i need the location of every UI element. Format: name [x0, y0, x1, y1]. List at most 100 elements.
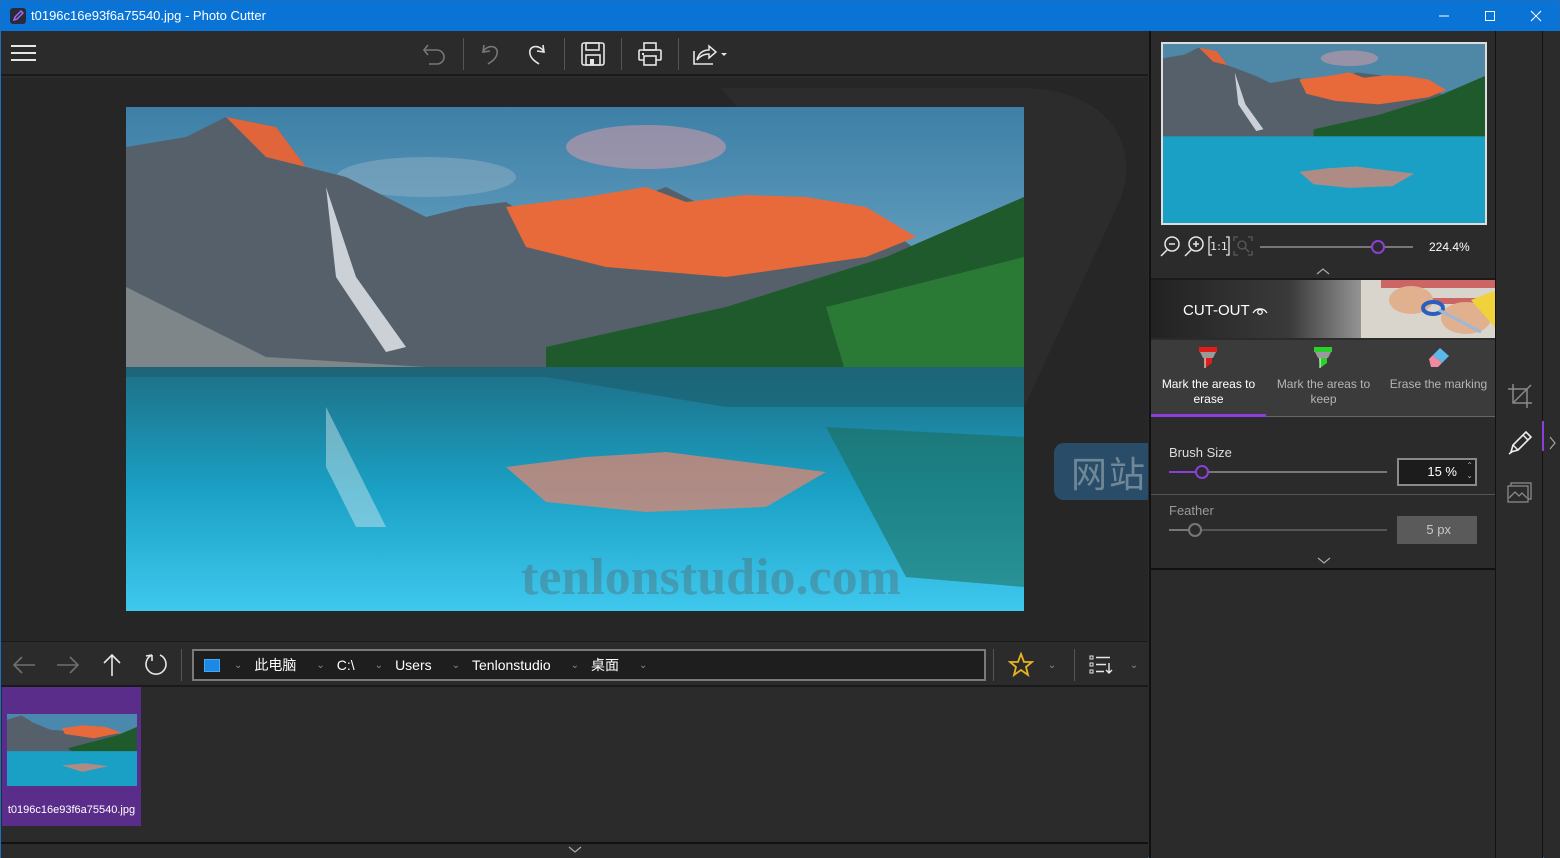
back-button[interactable]: [8, 650, 40, 680]
fit-to-window-button[interactable]: [1232, 235, 1254, 257]
save-button[interactable]: [575, 37, 611, 71]
tool-label: Mark the areas to keep: [1276, 377, 1371, 406]
filmstrip-toggle[interactable]: [1, 842, 1148, 858]
actual-size-icon: 1:1: [1208, 236, 1230, 256]
chevron-down-icon[interactable]: ⌄: [375, 660, 383, 671]
crop-icon: [1508, 384, 1532, 408]
main-toolbar: [1, 31, 1148, 76]
panel-divider: [1151, 568, 1497, 570]
refresh-icon: [145, 654, 167, 675]
computer-icon[interactable]: [204, 658, 220, 672]
refresh-button[interactable]: [140, 650, 172, 680]
feather-input[interactable]: 5 px: [1397, 516, 1477, 544]
chevron-down-icon[interactable]: ⌄: [452, 660, 460, 671]
favorites-dropdown[interactable]: ⌄: [1041, 650, 1063, 680]
pencil-icon: [1508, 430, 1533, 455]
eye-icon[interactable]: [1252, 304, 1268, 316]
panel-edge: [1544, 31, 1560, 858]
chevron-down-icon[interactable]: ⌄: [571, 660, 579, 671]
undo-icon: [482, 44, 498, 65]
minimize-button[interactable]: [1421, 1, 1467, 31]
spinner-arrows-icon[interactable]: ⌃ ⌄: [1466, 461, 1473, 481]
background-tool-button[interactable]: [1506, 479, 1534, 507]
scissors-illustration: [1361, 280, 1497, 338]
chevron-down-icon[interactable]: ⌄: [234, 660, 242, 671]
watermark-text: 网站: [1054, 443, 1148, 500]
thumbnail-filename: t0196c16e93f6a75540.jpg: [7, 804, 136, 816]
nav-divider: [993, 649, 994, 681]
feather-label: Feather: [1169, 503, 1214, 518]
breadcrumb-users[interactable]: Users: [395, 657, 432, 673]
zoom-slider[interactable]: [1260, 246, 1413, 248]
zoom-controls: 1:1 224.4%: [1159, 233, 1489, 261]
filmstrip-item[interactable]: t0196c16e93f6a75540.jpg: [2, 687, 141, 826]
cutout-tool-button[interactable]: [1506, 429, 1534, 457]
chevron-down-icon[interactable]: ⌄: [639, 660, 647, 671]
chevron-right-icon: [1549, 436, 1556, 450]
toolbar-divider: [463, 38, 464, 70]
image-icon: [1507, 482, 1532, 503]
hamburger-icon: [11, 45, 36, 47]
feather-slider-thumb[interactable]: [1188, 523, 1203, 537]
print-button[interactable]: [632, 37, 668, 71]
up-folder-button[interactable]: [96, 650, 128, 680]
folder-navigation-bar: ⌄ 此电脑 ⌄ C:\ ⌄ Users ⌄ Tenlonstudio ⌄ 桌面 …: [1, 641, 1148, 687]
tool-rail: [1495, 31, 1545, 858]
window-title: t0196c16e93f6a75540.jpg - Photo Cutter: [31, 8, 266, 23]
tools-baseline: [1266, 416, 1497, 417]
mark-erase-tool[interactable]: Mark the areas to erase: [1151, 340, 1266, 417]
breadcrumb-desktop[interactable]: 桌面: [591, 655, 619, 675]
favorites-button[interactable]: [1005, 650, 1037, 680]
app-logo-icon: [10, 8, 26, 24]
chevron-down-icon: ⌄: [1047, 659, 1057, 671]
star-icon: [1008, 652, 1034, 678]
actual-size-button[interactable]: 1:1: [1207, 235, 1230, 257]
zoom-slider-thumb[interactable]: [1370, 240, 1385, 254]
chevron-down-icon: [1317, 557, 1331, 564]
navigator-preview[interactable]: [1161, 42, 1487, 225]
breadcrumb-this-pc[interactable]: 此电脑: [254, 655, 296, 675]
undo-button[interactable]: [473, 37, 509, 71]
arrow-up-icon: [103, 653, 121, 676]
zoom-in-icon: [1184, 236, 1204, 257]
redo-button[interactable]: [518, 37, 554, 71]
arrow-left-icon: [12, 656, 35, 674]
settings-divider: [1151, 494, 1497, 495]
hamburger-menu-button[interactable]: [11, 45, 37, 63]
list-sort-icon: [1089, 655, 1113, 674]
forward-button[interactable]: [52, 650, 84, 680]
active-tool-indicator: [1151, 414, 1266, 417]
brush-size-slider-thumb[interactable]: [1194, 465, 1209, 479]
image-canvas[interactable]: 网站 tenlonstudio.com: [1, 78, 1148, 641]
chevron-down-icon[interactable]: ⌄: [316, 660, 324, 671]
path-breadcrumb[interactable]: ⌄ 此电脑 ⌄ C:\ ⌄ Users ⌄ Tenlonstudio ⌄ 桌面 …: [192, 649, 986, 681]
crop-tool-button[interactable]: [1506, 382, 1534, 410]
mode-title: CUT-OUT: [1183, 302, 1250, 319]
zoom-out-icon: [1160, 236, 1180, 257]
toolbar-divider: [564, 38, 565, 70]
undo-all-button[interactable]: [417, 37, 453, 71]
view-options-button[interactable]: [1085, 650, 1117, 680]
zoom-in-button[interactable]: [1183, 235, 1205, 257]
expand-panel-button[interactable]: [1547, 436, 1557, 455]
maximize-button[interactable]: [1467, 1, 1513, 31]
fit-window-icon: [1233, 236, 1253, 256]
brush-size-input[interactable]: 15 % ⌃ ⌄: [1397, 458, 1477, 486]
zoom-out-button[interactable]: [1159, 235, 1181, 257]
thumbnail-image: [7, 714, 137, 786]
undo-arrow-icon: [422, 44, 445, 65]
svg-text:1:1: 1:1: [1210, 240, 1228, 253]
breadcrumb-user-folder[interactable]: Tenlonstudio: [472, 657, 551, 673]
cutout-tools: Mark the areas to erase Mark the areas t…: [1151, 340, 1497, 417]
main-photo[interactable]: [126, 107, 1024, 611]
close-button[interactable]: [1513, 1, 1559, 31]
breadcrumb-drive[interactable]: C:\: [337, 657, 355, 673]
share-button[interactable]: [689, 37, 733, 71]
erase-marking-tool[interactable]: Erase the marking: [1381, 340, 1496, 417]
brush-size-label: Brush Size: [1169, 445, 1232, 460]
mark-keep-tool[interactable]: Mark the areas to keep: [1266, 340, 1381, 417]
green-marker-icon: [1314, 347, 1332, 368]
red-marker-icon: [1199, 347, 1217, 368]
right-panel: 1:1 224.4% CUT-OUT Mark the areas to era…: [1149, 31, 1497, 858]
view-options-dropdown[interactable]: ⌄: [1123, 650, 1145, 680]
